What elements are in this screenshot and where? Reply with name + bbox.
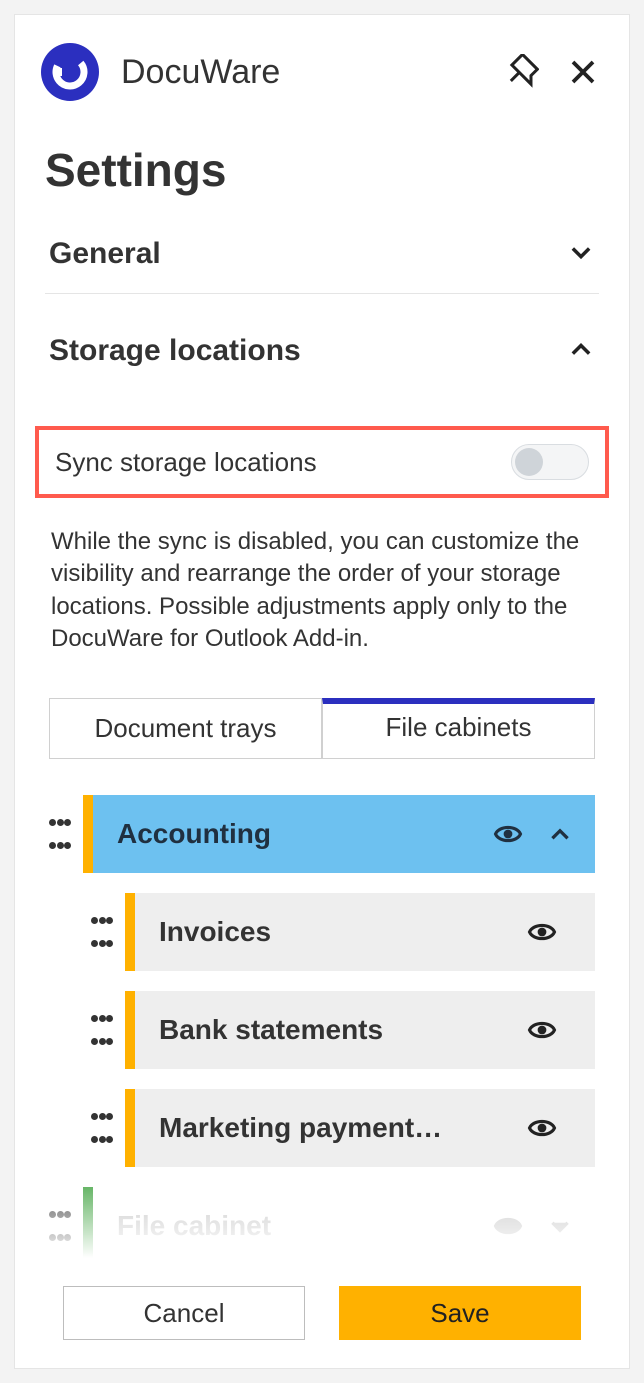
cabinet-row: File cabinet <box>49 1187 595 1265</box>
drag-handle-icon[interactable] <box>49 819 71 849</box>
chevron-down-icon[interactable] <box>543 1209 577 1243</box>
visibility-icon[interactable] <box>525 1111 559 1145</box>
cabinet-label: File cabinet <box>117 1210 491 1242</box>
cancel-button[interactable]: Cancel <box>63 1286 305 1340</box>
color-stripe <box>83 1187 93 1265</box>
toggle-knob <box>515 448 543 476</box>
sync-row-highlight: Sync storage locations <box>35 426 609 498</box>
cabinet-child-label: Bank statements <box>159 1014 525 1046</box>
sync-description: While the sync is disabled, you can cust… <box>15 508 629 656</box>
drag-handle-icon[interactable] <box>91 1113 113 1143</box>
section-general[interactable]: General <box>45 197 599 293</box>
drag-handle-icon[interactable] <box>91 1015 113 1045</box>
page-title: Settings <box>15 101 629 197</box>
cabinet-child-label: Marketing payment… <box>159 1112 525 1144</box>
cabinet-row: Accounting <box>49 795 595 873</box>
brand-name: DocuWare <box>121 53 501 92</box>
sync-label: Sync storage locations <box>55 447 317 478</box>
color-stripe <box>125 1089 135 1167</box>
drag-handle-icon[interactable] <box>91 917 113 947</box>
cabinet-child-row: Invoices <box>91 893 595 971</box>
chevron-up-icon[interactable] <box>543 817 577 851</box>
drag-handle-icon[interactable] <box>49 1211 71 1241</box>
close-icon[interactable] <box>563 52 603 92</box>
section-general-title: General <box>49 237 161 271</box>
visibility-icon[interactable] <box>491 817 525 851</box>
cabinet-label: Accounting <box>117 818 491 850</box>
color-stripe <box>83 795 93 873</box>
tab-document-trays[interactable]: Document trays <box>49 698 322 759</box>
app-logo <box>41 43 99 101</box>
pin-icon[interactable] <box>501 52 541 92</box>
visibility-icon[interactable] <box>491 1209 525 1243</box>
visibility-icon[interactable] <box>525 915 559 949</box>
cabinet-child-row: Marketing payment… <box>91 1089 595 1167</box>
tab-file-cabinets[interactable]: File cabinets <box>322 698 595 759</box>
cabinet-child-row: Bank statements <box>91 991 595 1069</box>
color-stripe <box>125 991 135 1069</box>
section-storage-title: Storage locations <box>49 334 301 368</box>
color-stripe <box>125 893 135 971</box>
cabinet-child-label: Invoices <box>159 916 525 948</box>
chevron-down-icon <box>567 238 595 271</box>
visibility-icon[interactable] <box>525 1013 559 1047</box>
sync-toggle[interactable] <box>511 444 589 480</box>
chevron-up-icon <box>567 335 595 368</box>
save-button[interactable]: Save <box>339 1286 581 1340</box>
section-storage[interactable]: Storage locations <box>45 294 599 390</box>
